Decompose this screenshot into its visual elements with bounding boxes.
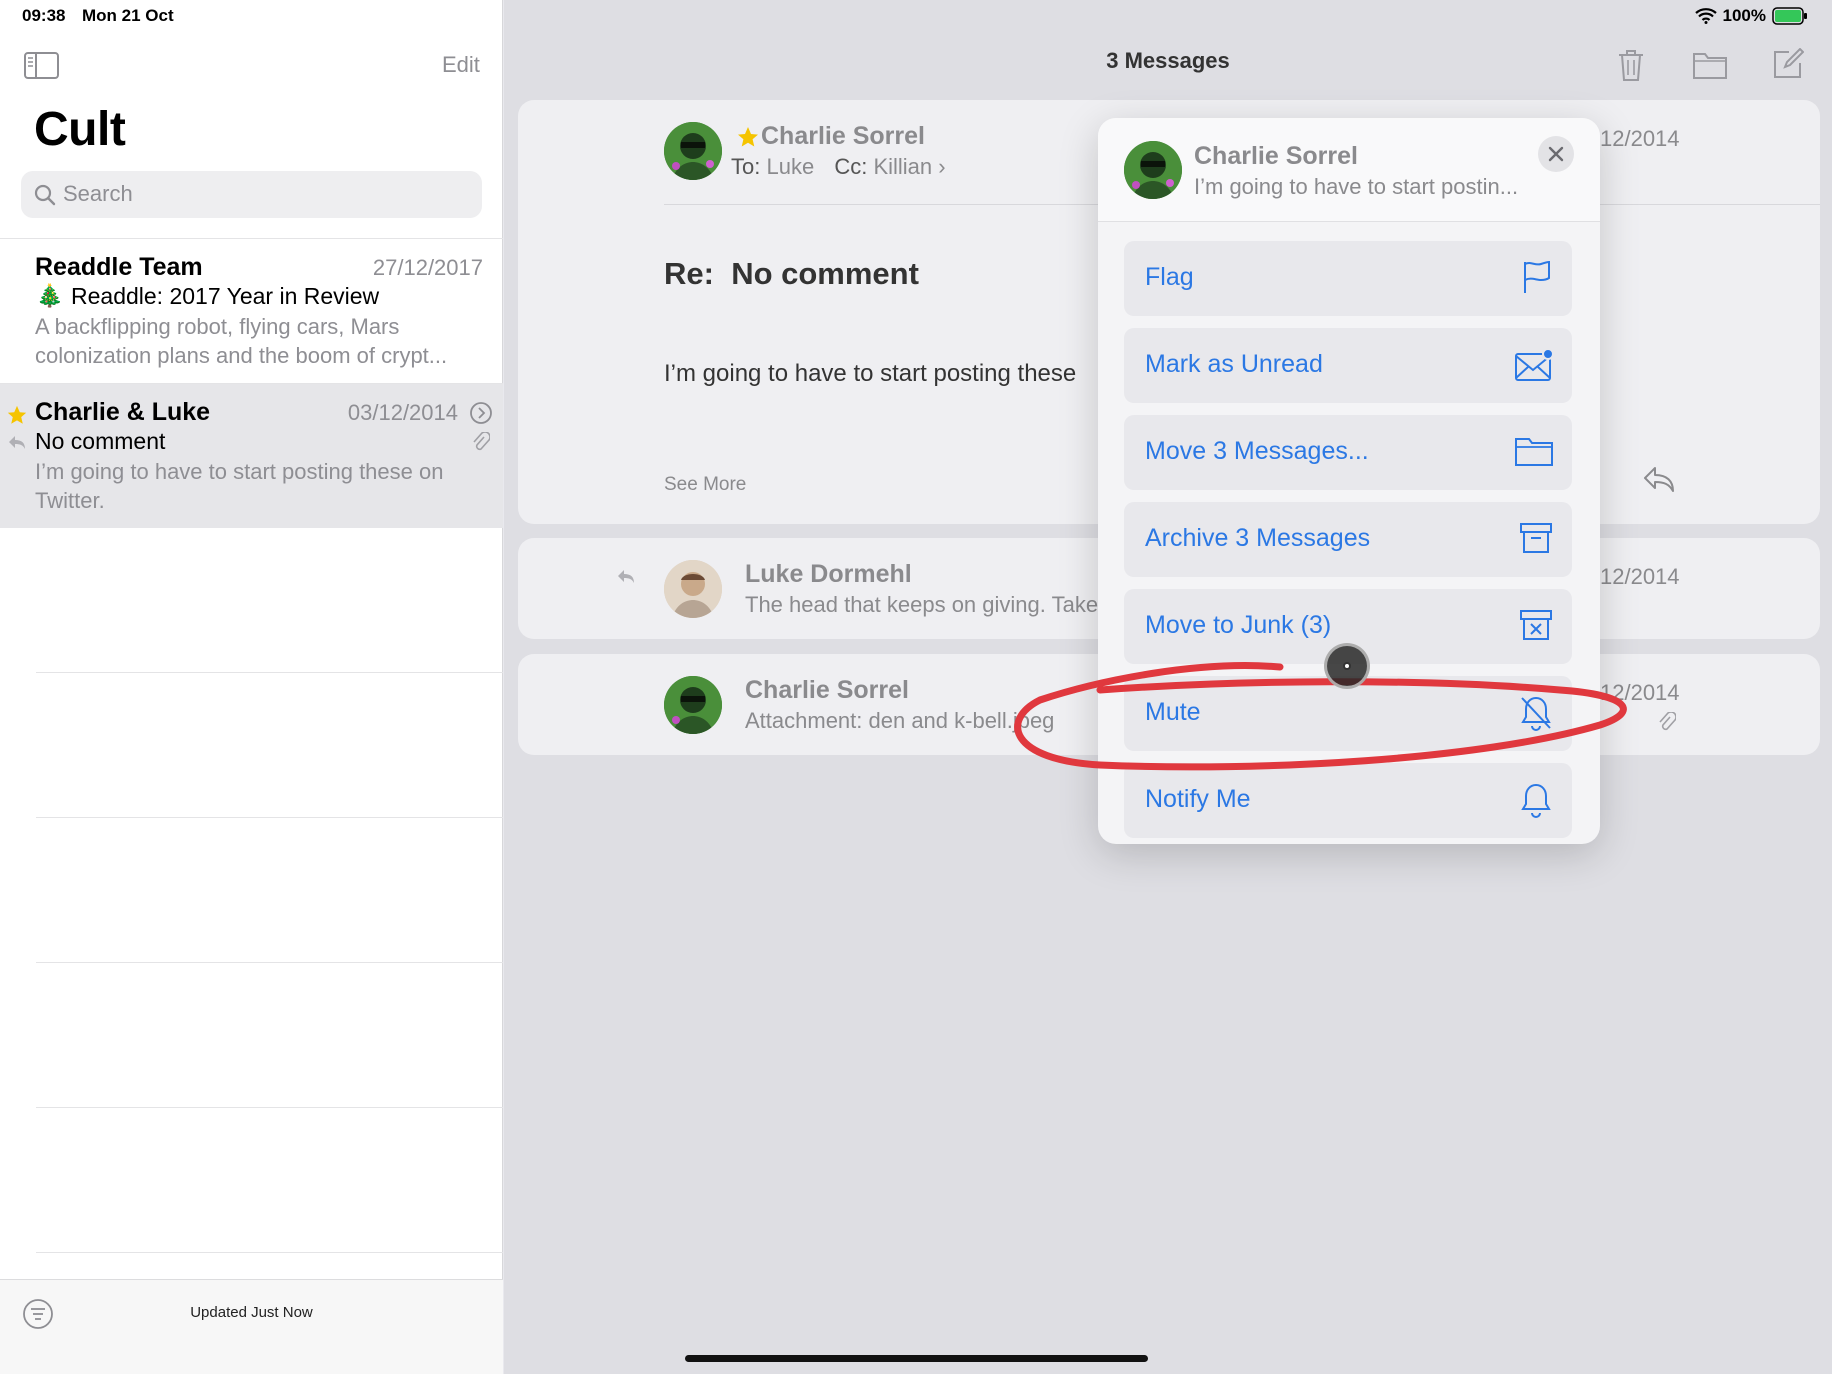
mailbox-sidebar: Edit Cult Search Readdle Team 27/12/2017… [0, 0, 503, 1374]
attachment-icon [1659, 712, 1676, 731]
message-preview: The head that keeps on giving. Take [745, 592, 1099, 617]
touch-pointer [1324, 643, 1370, 689]
search-field[interactable]: Search [21, 171, 482, 218]
star-icon [7, 405, 27, 424]
star-icon [738, 127, 758, 147]
to-value: Luke [766, 154, 815, 179]
message-preview: Attachment: den and k-bell.jpeg [745, 708, 1055, 733]
menu-item-label: Mute [1145, 698, 1201, 726]
recipients-row[interactable]: To: Luke Cc: Killian › [731, 154, 946, 180]
mail-date: 27/12/2017 [372, 255, 483, 280]
wifi-icon [1694, 8, 1717, 24]
tree-emoji-icon: 🎄 [36, 283, 64, 308]
junk-box-icon [1520, 610, 1552, 640]
cc-label: Cc: [834, 154, 868, 179]
envelope-unread-icon [1515, 348, 1554, 381]
to-label: To: [731, 154, 761, 179]
message-date: 12/2014 [1600, 126, 1680, 151]
mail-subject: Readdle: 2017 Year in Review [71, 283, 380, 309]
trash-icon[interactable] [1616, 48, 1646, 82]
message-body: I’m going to have to start posting these [664, 360, 1077, 387]
update-status: Updated Just Now [190, 1304, 313, 1321]
bell-slash-icon [1521, 696, 1551, 731]
status-indicators: 100% [1694, 6, 1808, 26]
sidebar-toggle-icon[interactable] [24, 52, 59, 79]
folder-icon [1515, 438, 1553, 466]
sender-name: Charlie Sorrel [761, 122, 925, 150]
message-context-menu: Charlie Sorrel I’m going to have to star… [1098, 118, 1600, 844]
search-icon [34, 184, 56, 206]
battery-percent: 100% [1722, 6, 1766, 25]
avatar [1124, 141, 1182, 199]
menu-item-label: Move 3 Messages... [1145, 437, 1369, 465]
replied-icon [618, 570, 634, 583]
replied-icon [9, 436, 25, 449]
mail-sender: Charlie & Luke [35, 398, 211, 426]
list-divider [36, 962, 503, 963]
menu-item-archive[interactable]: Archive 3 Messages [1124, 502, 1572, 577]
menu-item-mark-unread[interactable]: Mark as Unread [1124, 328, 1572, 403]
sender-name: Charlie Sorrel [745, 676, 909, 704]
menu-item-move-messages[interactable]: Move 3 Messages... [1124, 415, 1572, 490]
flag-icon [1524, 260, 1550, 293]
menu-header: Charlie Sorrel I’m going to have to star… [1098, 118, 1600, 222]
archive-box-icon [1520, 523, 1552, 553]
attachment-icon [473, 432, 490, 451]
status-time: 09:38 [22, 6, 66, 25]
mail-preview-line: A backflipping robot, flying cars, Mars [35, 314, 400, 339]
sidebar-footer: Updated Just Now [0, 1279, 503, 1374]
menu-item-label: Mark as Unread [1145, 350, 1323, 378]
close-button[interactable] [1538, 136, 1574, 172]
mail-subject: No comment [35, 428, 166, 454]
message-date: 12/2014 [1600, 564, 1680, 589]
menu-sender-name: Charlie Sorrel [1194, 142, 1358, 170]
menu-item-label: Notify Me [1145, 785, 1251, 813]
menu-item-label: Flag [1145, 263, 1194, 291]
list-divider [36, 817, 503, 818]
menu-item-label: Move to Junk (3) [1145, 611, 1332, 639]
bell-icon [1521, 783, 1551, 818]
menu-item-label: Archive 3 Messages [1145, 524, 1371, 552]
subject-prefix: Re: [664, 256, 714, 291]
battery-icon [1772, 7, 1807, 25]
close-icon [1548, 146, 1564, 162]
mail-sender: Readdle Team [35, 253, 203, 281]
see-more-link[interactable]: See More [664, 474, 746, 496]
message-date: 12/2014 [1600, 680, 1680, 705]
search-placeholder: Search [63, 181, 133, 206]
avatar [664, 676, 722, 734]
sender-name: Luke Dormehl [745, 560, 912, 588]
list-divider [36, 1252, 503, 1253]
mail-list-item[interactable]: Readdle Team 27/12/2017 🎄 Readdle: 2017 … [0, 238, 503, 382]
mail-preview-line: Twitter. [35, 488, 105, 513]
menu-item-flag[interactable]: Flag [1124, 241, 1572, 316]
compose-icon[interactable] [1772, 48, 1804, 80]
mail-preview-line: colonization plans and the boom of crypt… [35, 343, 448, 368]
status-date: Mon 21 Oct [82, 6, 174, 25]
mail-preview-line: I’m going to have to start posting these… [35, 459, 444, 484]
mail-date: 03/12/2014 [347, 400, 458, 425]
home-indicator[interactable] [685, 1355, 1148, 1362]
message-subject: Re: No comment [664, 256, 919, 292]
folder-icon[interactable] [1692, 50, 1728, 80]
touch-pointer-dot [1343, 662, 1351, 670]
menu-message-preview: I’m going to have to start postin... [1194, 174, 1519, 199]
chevron-right-icon: › [938, 154, 946, 179]
avatar [664, 560, 722, 618]
edit-button[interactable]: Edit [442, 52, 480, 78]
avatar [664, 122, 722, 180]
cc-value: Killian [873, 154, 933, 179]
mailbox-title: Cult [34, 103, 126, 156]
mail-list-item-selected[interactable]: Charlie & Luke 03/12/2014 No comment I’m… [0, 383, 503, 528]
reply-icon[interactable] [1642, 464, 1676, 494]
list-divider [36, 672, 503, 673]
thread-chevron-icon[interactable] [469, 401, 493, 425]
list-divider [36, 1107, 503, 1108]
subject-text: No comment [731, 256, 919, 291]
menu-item-notify-me[interactable]: Notify Me [1124, 763, 1572, 838]
